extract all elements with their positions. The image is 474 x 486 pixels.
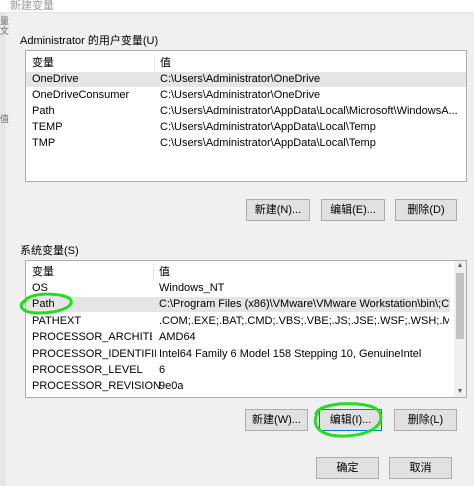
vertical-scrollbar[interactable]: ▲ ▼ <box>454 261 466 397</box>
user-vars-label: Administrator 的用户变量(U) <box>20 35 159 47</box>
background-glyph: 量 <box>0 16 10 26</box>
table-row[interactable]: PROCESSOR_IDENTIFIER Intel64 Family 6 Mo… <box>26 347 450 362</box>
column-header-name[interactable]: 变量 <box>32 55 54 72</box>
table-row[interactable]: OneDrive C:\Users\Administrator\OneDrive <box>26 72 466 87</box>
table-row[interactable]: OneDriveConsumer C:\Users\Administrator\… <box>26 88 466 103</box>
cell-name: Path <box>32 105 55 117</box>
cell-value: C:\Users\Administrator\AppData\Local\Tem… <box>160 121 376 133</box>
user-new-button[interactable]: 新建(N)... <box>246 199 310 221</box>
cell-name: PATHEXT <box>32 315 82 327</box>
cell-value: Intel64 Family 6 Model 158 Stepping 10, … <box>159 348 422 360</box>
cell-value: AMD64 <box>159 331 196 343</box>
column-header-name[interactable]: 变量 <box>32 264 54 281</box>
cell-name: OneDriveConsumer <box>32 89 130 101</box>
cancel-button[interactable]: 取消 <box>389 457 452 479</box>
cell-name: OneDrive <box>32 73 79 85</box>
ok-button[interactable]: 确定 <box>316 457 379 479</box>
cell-value: 9e0a <box>159 380 184 392</box>
background-glyph: 值 <box>0 114 10 124</box>
scrollbar-thumb[interactable] <box>456 273 464 339</box>
cell-name: OS <box>32 282 48 294</box>
system-vars-list[interactable]: 变量 值 OS Windows_NT Path C:\Program Files… <box>25 260 467 398</box>
cell-name: PROCESSOR_ARCHITECT... <box>32 331 152 343</box>
window-title: 新建变量 <box>10 0 54 12</box>
scroll-up-arrow-icon[interactable]: ▲ <box>454 261 466 271</box>
cell-value: C:\Users\Administrator\AppData\Local\Mic… <box>160 105 458 117</box>
table-row[interactable]: TEMP C:\Users\Administrator\AppData\Loca… <box>26 120 466 135</box>
user-edit-button[interactable]: 编辑(E)... <box>321 199 385 221</box>
cell-name: TEMP <box>32 121 63 133</box>
table-row[interactable]: PROCESSOR_ARCHITECT... AMD64 <box>26 330 466 345</box>
table-row[interactable]: PATHEXT .COM;.EXE;.BAT;.CMD;.VBS;.VBE;.J… <box>26 314 450 329</box>
table-row[interactable]: PROCESSOR_REVISION 9e0a <box>26 379 466 394</box>
user-vars-header: 变量 值 <box>26 55 466 72</box>
table-row[interactable]: PROCESSOR_LEVEL 6 <box>26 363 466 378</box>
table-row-selected[interactable]: Path C:\Program Files (x86)\VMware\VMwar… <box>26 297 450 312</box>
column-header-value[interactable]: 值 <box>160 55 171 72</box>
table-row[interactable]: OS Windows_NT <box>26 281 466 296</box>
user-vars-list[interactable]: 变量 值 OneDrive C:\Users\Administrator\One… <box>25 50 467 182</box>
table-row[interactable]: Path C:\Users\Administrator\AppData\Loca… <box>26 104 466 119</box>
column-header-value[interactable]: 值 <box>159 264 170 281</box>
system-new-button[interactable]: 新建(W)... <box>245 409 308 431</box>
cell-name: TMP <box>32 137 56 149</box>
system-edit-button[interactable]: 编辑(I)... <box>319 409 382 431</box>
system-vars-label: 系统变量(S) <box>20 245 79 257</box>
cell-value: Windows_NT <box>159 282 225 294</box>
cell-value: 6 <box>159 364 166 376</box>
cell-name: PROCESSOR_LEVEL <box>32 364 143 376</box>
user-delete-button[interactable]: 删除(D) <box>395 199 457 221</box>
cell-name: Path <box>32 298 55 310</box>
cell-name: PROCESSOR_IDENTIFIER <box>32 348 156 360</box>
window-titlebar: 新建变量 <box>0 0 474 13</box>
cell-value: .COM;.EXE;.BAT;.CMD;.VBS;.VBE;.JS;.JSE;.… <box>159 315 449 327</box>
cell-value: C:\Users\Administrator\OneDrive <box>160 73 321 85</box>
scroll-down-arrow-icon[interactable]: ▼ <box>454 387 466 397</box>
background-window-edge: 量 文 值 <box>0 12 10 486</box>
background-glyph: 文 <box>0 26 10 36</box>
column-divider[interactable] <box>153 264 154 281</box>
column-divider[interactable] <box>154 55 155 72</box>
table-row[interactable]: TMP C:\Users\Administrator\AppData\Local… <box>26 136 466 151</box>
system-vars-header: 变量 值 <box>26 264 466 281</box>
system-delete-button[interactable]: 删除(L) <box>394 409 457 431</box>
cell-value: C:\Users\Administrator\OneDrive <box>160 89 321 101</box>
cell-value: C:\Users\Administrator\AppData\Local\Tem… <box>160 137 376 149</box>
cell-value: C:\Program Files (x86)\VMware\VMware Wor… <box>159 298 449 310</box>
cell-name: PROCESSOR_REVISION <box>32 380 161 392</box>
